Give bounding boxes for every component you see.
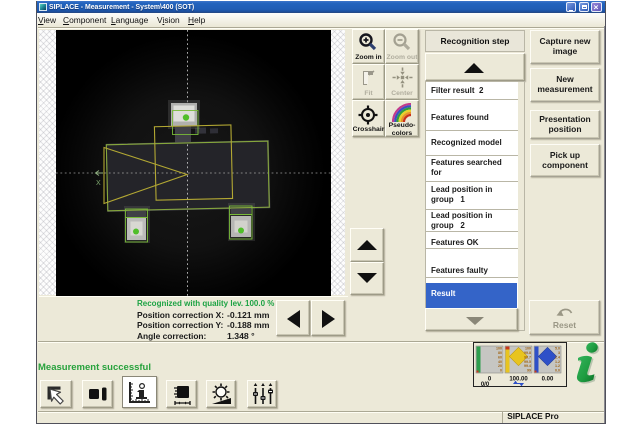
svg-text:5.0: 5.0 xyxy=(555,347,560,351)
svg-text:99.8: 99.8 xyxy=(524,351,531,355)
svg-text:0/0: 0/0 xyxy=(481,382,490,386)
svg-text:99: 99 xyxy=(527,369,531,373)
svg-text:80: 80 xyxy=(498,351,502,355)
svg-text:3: 3 xyxy=(558,351,560,355)
svg-text:X: X xyxy=(96,180,101,187)
svg-text:99.7: 99.7 xyxy=(524,355,531,359)
svg-text:99.5: 99.5 xyxy=(524,360,531,364)
svg-text:100: 100 xyxy=(525,347,531,351)
svg-text:1.2: 1.2 xyxy=(555,360,560,364)
svg-text:20: 20 xyxy=(498,364,502,368)
svg-text:60: 60 xyxy=(498,355,502,359)
svg-text:0.0: 0.0 xyxy=(555,369,560,373)
svg-text:40: 40 xyxy=(498,360,502,364)
svg-text:99.4: 99.4 xyxy=(524,364,531,368)
svg-text:0: 0 xyxy=(500,369,502,373)
svg-text:1.2: 1.2 xyxy=(555,364,560,368)
svg-text:100.00: 100.00 xyxy=(509,377,528,383)
svg-text:2.4: 2.4 xyxy=(555,355,560,359)
svg-text:100: 100 xyxy=(496,347,502,351)
svg-text:0.00: 0.00 xyxy=(542,377,554,383)
